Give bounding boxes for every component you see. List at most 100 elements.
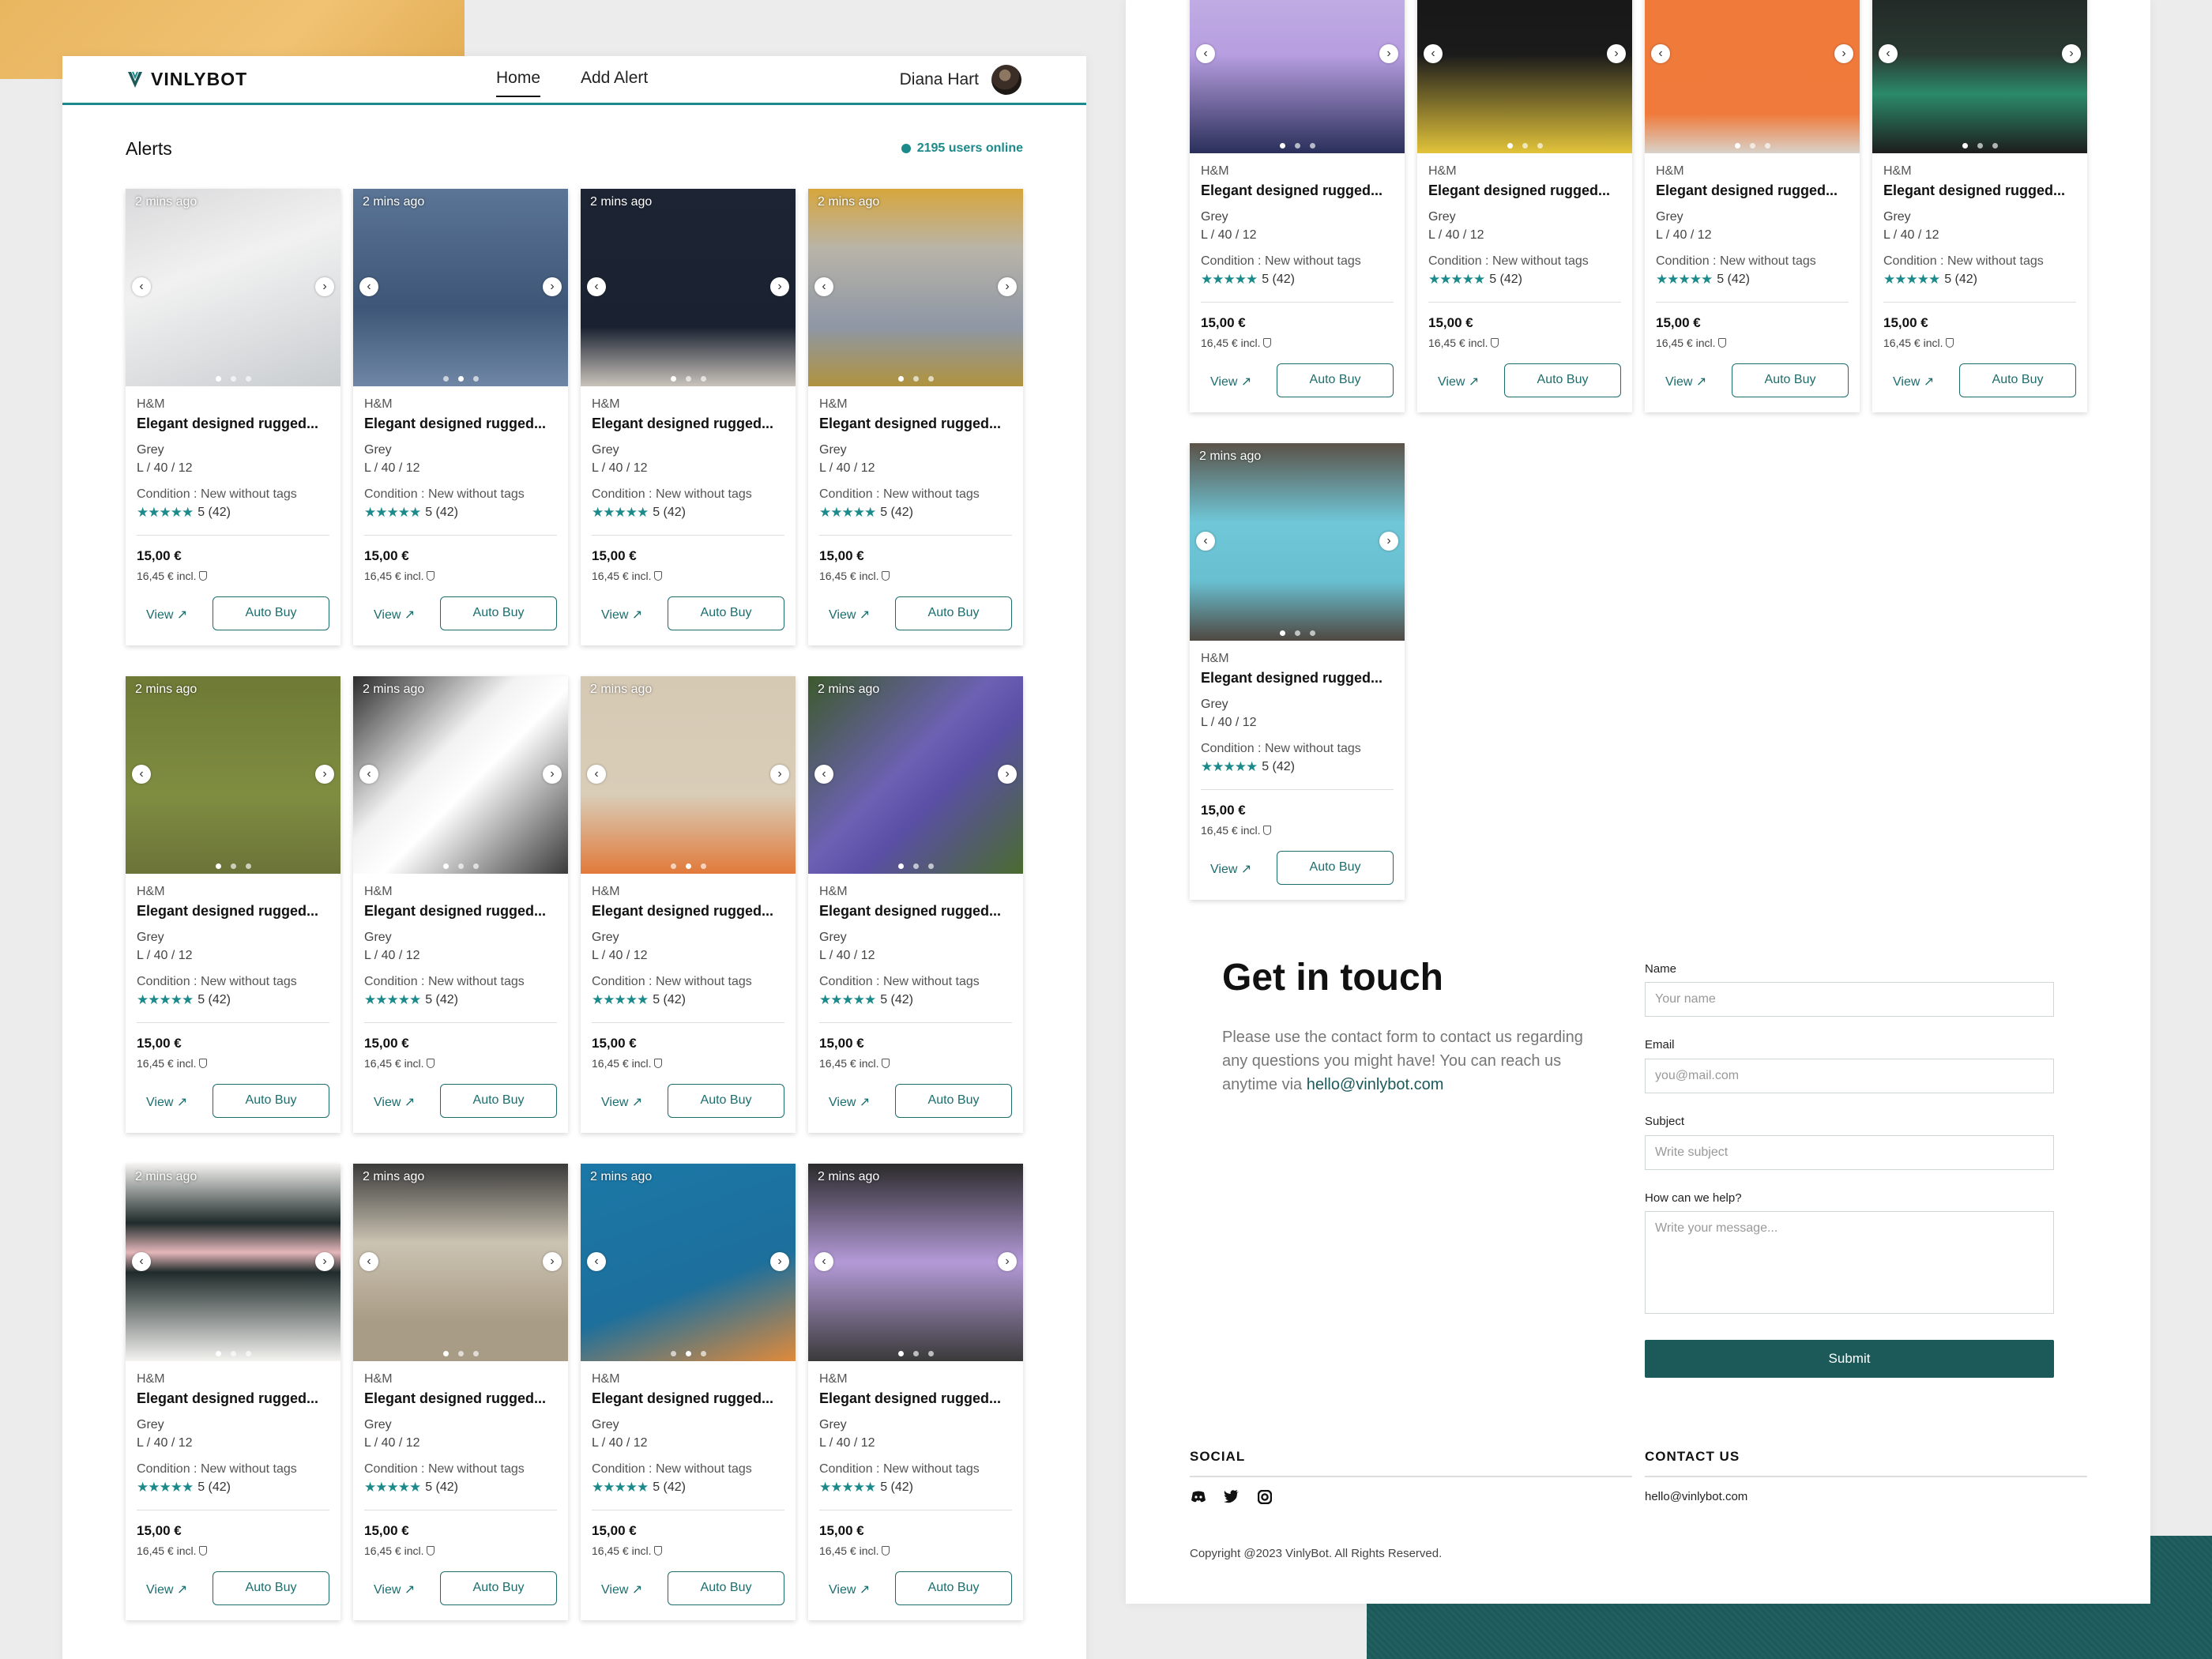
avatar[interactable]: [991, 65, 1021, 95]
view-link[interactable]: View ↗: [1438, 374, 1479, 389]
carousel-dot[interactable]: [215, 863, 221, 869]
submit-button[interactable]: Submit: [1645, 1340, 2054, 1378]
product-card[interactable]: 2 mins ago ‹ › H&M Elegant designed rugg…: [353, 676, 568, 1133]
carousel-dot[interactable]: [670, 1351, 676, 1356]
carousel-prev-icon[interactable]: ‹: [132, 277, 151, 296]
auto-buy-button[interactable]: Auto Buy: [440, 596, 557, 630]
carousel-dot[interactable]: [685, 1351, 691, 1356]
view-link[interactable]: View ↗: [829, 607, 870, 623]
carousel-dot[interactable]: [1522, 143, 1528, 149]
carousel-prev-icon[interactable]: ‹: [587, 765, 606, 784]
carousel-dot[interactable]: [1962, 143, 1968, 149]
carousel-next-icon[interactable]: ›: [770, 765, 789, 784]
carousel-dot[interactable]: [230, 1351, 236, 1356]
contact-email-link[interactable]: hello@vinlybot.com: [1307, 1076, 1444, 1093]
auto-buy-button[interactable]: Auto Buy: [895, 1084, 1012, 1118]
view-link[interactable]: View ↗: [1210, 374, 1251, 389]
product-card[interactable]: 2 mins ago ‹ › H&M Elegant designed rugg…: [126, 1164, 340, 1620]
view-link[interactable]: View ↗: [146, 607, 187, 623]
carousel-prev-icon[interactable]: ‹: [359, 277, 378, 296]
carousel-dot[interactable]: [927, 376, 934, 382]
view-link[interactable]: View ↗: [146, 1582, 187, 1597]
product-card[interactable]: 2 mins ago ‹ › H&M Elegant designed rugg…: [126, 189, 340, 645]
carousel-dot[interactable]: [1749, 143, 1755, 149]
carousel-next-icon[interactable]: ›: [1607, 44, 1626, 63]
carousel-next-icon[interactable]: ›: [543, 1252, 562, 1271]
auto-buy-button[interactable]: Auto Buy: [213, 1571, 329, 1605]
instagram-icon[interactable]: [1256, 1489, 1273, 1507]
auto-buy-button[interactable]: Auto Buy: [440, 1084, 557, 1118]
carousel-dot[interactable]: [1294, 143, 1300, 149]
carousel-dot[interactable]: [912, 1351, 919, 1356]
auto-buy-button[interactable]: Auto Buy: [213, 596, 329, 630]
product-image[interactable]: 2 mins ago ‹ ›: [808, 676, 1023, 874]
subject-field[interactable]: Write subject: [1645, 1135, 2054, 1170]
footer-contact-email[interactable]: hello@vinlybot.com: [1645, 1490, 1747, 1503]
twitter-icon[interactable]: [1223, 1490, 1240, 1507]
product-image[interactable]: 2 mins ago ‹ ›: [353, 676, 568, 874]
carousel-dot[interactable]: [927, 863, 934, 869]
carousel-dot[interactable]: [457, 376, 464, 382]
view-link[interactable]: View ↗: [374, 1582, 415, 1597]
carousel-dot[interactable]: [245, 863, 251, 869]
carousel-next-icon[interactable]: ›: [998, 765, 1017, 784]
product-image[interactable]: 2 mins ago ‹ ›: [1645, 0, 1860, 153]
carousel-next-icon[interactable]: ›: [543, 765, 562, 784]
carousel-dot[interactable]: [1764, 143, 1770, 149]
carousel-dot[interactable]: [472, 1351, 479, 1356]
carousel-next-icon[interactable]: ›: [998, 1252, 1017, 1271]
product-image[interactable]: 2 mins ago ‹ ›: [126, 189, 340, 386]
product-card[interactable]: 2 mins ago ‹ › H&M Elegant designed rugg…: [581, 676, 796, 1133]
view-link[interactable]: View ↗: [374, 607, 415, 623]
view-link[interactable]: View ↗: [601, 1582, 642, 1597]
carousel-dot[interactable]: [1507, 143, 1513, 149]
email-field[interactable]: you@mail.com: [1645, 1059, 2054, 1093]
view-link[interactable]: View ↗: [1665, 374, 1706, 389]
user-menu[interactable]: Diana Hart: [900, 65, 1021, 95]
carousel-dot[interactable]: [897, 863, 904, 869]
carousel-dot[interactable]: [1734, 143, 1740, 149]
product-card[interactable]: 2 mins ago ‹ › H&M Elegant designed rugg…: [1190, 0, 1405, 412]
carousel-dot[interactable]: [685, 863, 691, 869]
nav-add-alert[interactable]: Add Alert: [581, 69, 648, 88]
carousel-next-icon[interactable]: ›: [2062, 44, 2081, 63]
carousel-next-icon[interactable]: ›: [770, 1252, 789, 1271]
carousel-dot[interactable]: [215, 1351, 221, 1356]
product-image[interactable]: 2 mins ago ‹ ›: [1872, 0, 2087, 153]
auto-buy-button[interactable]: Auto Buy: [668, 1084, 784, 1118]
carousel-prev-icon[interactable]: ‹: [359, 1252, 378, 1271]
name-field[interactable]: Your name: [1645, 982, 2054, 1017]
carousel-dot[interactable]: [700, 1351, 706, 1356]
product-image[interactable]: 2 mins ago ‹ ›: [353, 1164, 568, 1361]
carousel-dot[interactable]: [670, 376, 676, 382]
carousel-dot[interactable]: [1309, 143, 1315, 149]
carousel-prev-icon[interactable]: ‹: [132, 1252, 151, 1271]
carousel-dot[interactable]: [1294, 630, 1300, 636]
view-link[interactable]: View ↗: [374, 1094, 415, 1110]
product-card[interactable]: 2 mins ago ‹ › H&M Elegant designed rugg…: [581, 189, 796, 645]
auto-buy-button[interactable]: Auto Buy: [1504, 363, 1621, 397]
carousel-dot[interactable]: [897, 376, 904, 382]
product-card[interactable]: 2 mins ago ‹ › H&M Elegant designed rugg…: [808, 676, 1023, 1133]
product-image[interactable]: 2 mins ago ‹ ›: [126, 676, 340, 874]
product-image[interactable]: 2 mins ago ‹ ›: [353, 189, 568, 386]
carousel-prev-icon[interactable]: ‹: [587, 1252, 606, 1271]
carousel-dot[interactable]: [1279, 630, 1285, 636]
product-card[interactable]: 2 mins ago ‹ › H&M Elegant designed rugg…: [581, 1164, 796, 1620]
carousel-prev-icon[interactable]: ‹: [587, 277, 606, 296]
auto-buy-button[interactable]: Auto Buy: [1732, 363, 1849, 397]
product-image[interactable]: 2 mins ago ‹ ›: [1417, 0, 1632, 153]
carousel-prev-icon[interactable]: ‹: [814, 765, 833, 784]
carousel-next-icon[interactable]: ›: [1834, 44, 1853, 63]
view-link[interactable]: View ↗: [829, 1094, 870, 1110]
product-card[interactable]: 2 mins ago ‹ › H&M Elegant designed rugg…: [1417, 0, 1632, 412]
carousel-prev-icon[interactable]: ‹: [1879, 44, 1898, 63]
product-card[interactable]: 2 mins ago ‹ › H&M Elegant designed rugg…: [353, 189, 568, 645]
carousel-prev-icon[interactable]: ‹: [1196, 532, 1215, 551]
view-link[interactable]: View ↗: [601, 1094, 642, 1110]
product-image[interactable]: 2 mins ago ‹ ›: [581, 189, 796, 386]
carousel-dot[interactable]: [472, 376, 479, 382]
carousel-dot[interactable]: [912, 863, 919, 869]
product-card[interactable]: 2 mins ago ‹ › H&M Elegant designed rugg…: [808, 1164, 1023, 1620]
nav-home[interactable]: Home: [496, 69, 541, 97]
